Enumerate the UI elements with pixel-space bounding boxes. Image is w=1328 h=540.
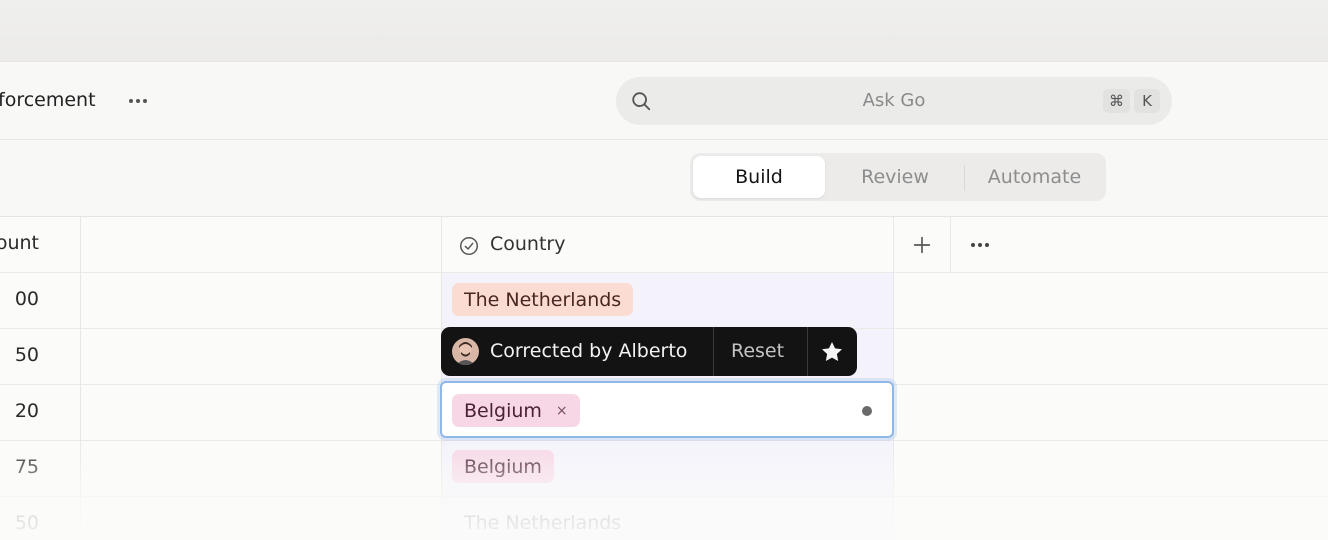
tab-automate[interactable]: Automate <box>966 156 1103 198</box>
command-key: ⌘ <box>1103 89 1130 113</box>
k-key: K <box>1134 89 1160 113</box>
star-icon[interactable] <box>819 339 845 365</box>
tag-label: Belgium <box>464 399 542 422</box>
correction-label: Corrected by Alberto <box>490 340 688 362</box>
amount-cell[interactable]: 00 <box>15 288 39 310</box>
avatar <box>452 338 479 365</box>
tab-review[interactable]: Review <box>828 156 962 198</box>
app-window: forcement Ask Go ⌘ K Build Review Automa… <box>0 62 1328 540</box>
tooltip-divider <box>713 327 714 376</box>
amount-cell[interactable]: 50 <box>15 344 39 366</box>
amount-cell[interactable]: 20 <box>15 400 39 422</box>
table-row: 50 <box>0 497 1328 540</box>
country-tag-belgium[interactable]: Belgium <box>452 450 554 483</box>
check-circle-icon <box>460 237 478 255</box>
more-options-icon[interactable] <box>124 88 152 114</box>
tooltip-divider <box>807 327 808 376</box>
country-cell-editor[interactable]: Belgium × <box>440 381 894 438</box>
column-divider <box>950 217 951 273</box>
view-tabs: Build Review Automate <box>690 153 1106 201</box>
remove-tag-icon[interactable]: × <box>556 403 568 419</box>
tab-build[interactable]: Build <box>693 156 825 198</box>
amount-cell[interactable]: 75 <box>15 456 39 478</box>
country-tag-netherlands[interactable]: The Netherlands <box>452 283 634 316</box>
column-more-icon[interactable] <box>966 233 994 257</box>
top-strip <box>0 0 1328 62</box>
column-header-amount[interactable]: ount <box>0 232 39 254</box>
table-header-row: ount Country <box>0 217 1328 273</box>
header: forcement Ask Go ⌘ K <box>0 62 1328 140</box>
country-tag-netherlands[interactable]: The Netherlands <box>452 506 633 539</box>
amount-cell[interactable]: 50 <box>15 512 39 534</box>
column-divider <box>893 217 894 540</box>
column-divider <box>441 217 442 540</box>
reset-button[interactable]: Reset <box>731 340 784 362</box>
search-placeholder: Ask Go <box>862 90 926 111</box>
tab-divider <box>964 165 965 191</box>
country-tag-belgium[interactable]: Belgium × <box>452 394 580 427</box>
data-table: ount Country 00 50 20 75 50 <box>0 216 1328 540</box>
page-title: forcement <box>0 89 96 111</box>
plus-icon[interactable] <box>911 234 933 256</box>
column-divider <box>80 217 81 540</box>
column-header-country[interactable]: Country <box>490 233 565 255</box>
table-row: 75 <box>0 441 1328 497</box>
correction-tooltip: Corrected by Alberto Reset <box>441 327 857 376</box>
shortcut-keys: ⌘ K <box>1103 89 1160 113</box>
status-dot <box>862 406 872 416</box>
search-bar[interactable]: Ask Go ⌘ K <box>616 77 1172 125</box>
table-row: 00 <box>0 273 1328 329</box>
